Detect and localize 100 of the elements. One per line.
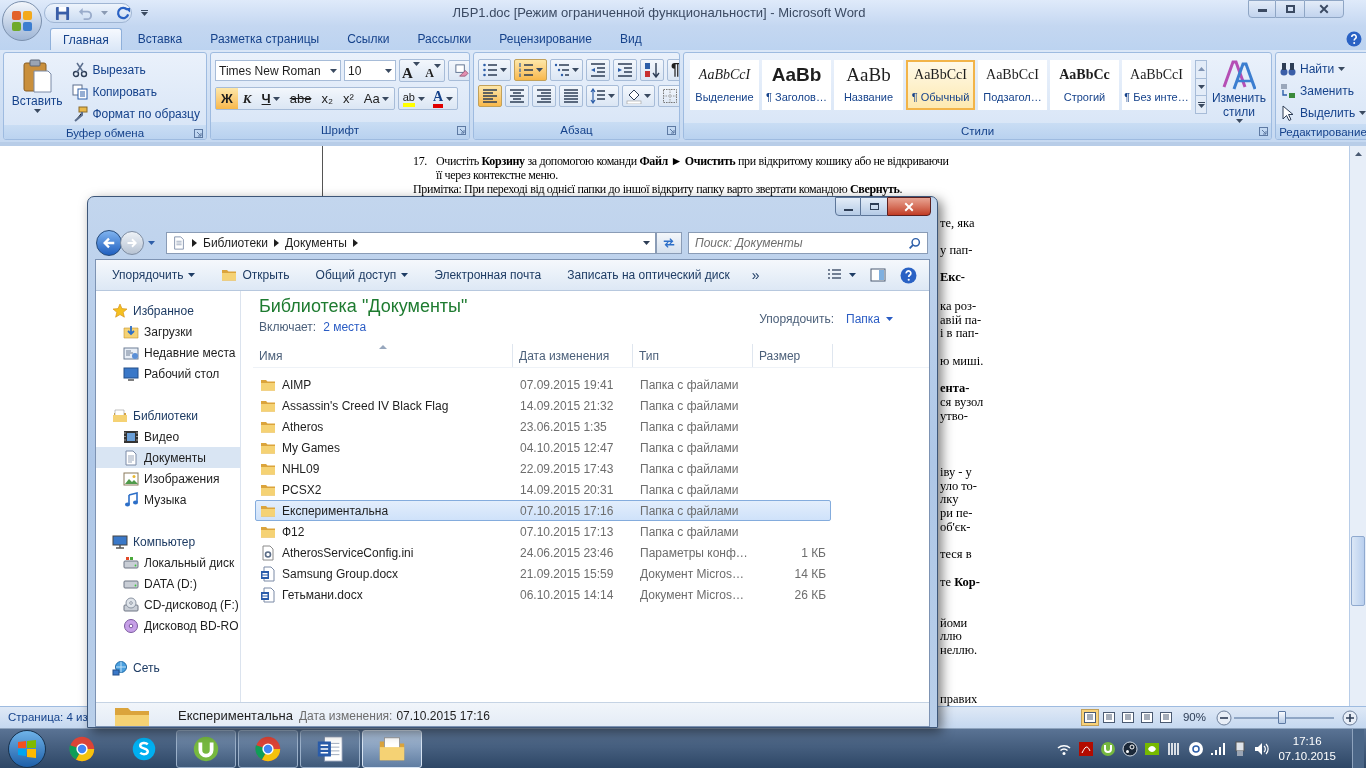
editing-action[interactable]: Найти [1280, 58, 1366, 80]
increase-indent-button[interactable] [613, 59, 637, 81]
paste-button[interactable]: Вставить [8, 57, 67, 125]
font-size-field[interactable]: 10 [344, 60, 396, 81]
clear-formatting-button[interactable] [448, 60, 469, 81]
underline-button[interactable]: Ч [256, 88, 285, 109]
locations-link[interactable]: 2 места [323, 318, 367, 336]
taskbar-button[interactable] [238, 729, 298, 768]
dialog-launcher-icon[interactable] [457, 126, 466, 135]
ribbon-tab[interactable]: Вид [607, 28, 654, 50]
align-left-button[interactable] [478, 85, 502, 107]
change-styles-button[interactable]: Изменить стили [1211, 57, 1267, 123]
style-gallery-item[interactable]: AaBbCcI Выделение [690, 60, 759, 110]
file-row[interactable]: PCSX2 14.09.2015 20:31 Папка с файлами [255, 479, 831, 500]
editing-action[interactable]: Выделить [1280, 102, 1366, 124]
scrollbar-thumb[interactable] [1351, 536, 1365, 606]
pilcrow-button[interactable]: ¶ [667, 59, 679, 81]
style-gallery-item[interactable]: AaBb ¶ Заголов… [762, 60, 831, 110]
file-row[interactable]: Atheros 23.06.2015 1:35 Папка с файлами [255, 416, 831, 437]
caret-up-icon[interactable] [1354, 152, 1362, 156]
dialog-launcher-icon[interactable] [194, 129, 203, 138]
toolbar-button[interactable]: Упорядочить [102, 263, 206, 287]
dialog-launcher-icon[interactable] [1259, 127, 1268, 136]
save-icon[interactable] [55, 5, 70, 21]
arrange-by-dropdown[interactable]: Папка [846, 310, 893, 328]
zoom-in-icon[interactable] [1342, 709, 1358, 726]
chevron-icon[interactable] [274, 239, 279, 247]
language-icon[interactable] [1188, 740, 1205, 757]
breadcrumb[interactable]: Библиотеки [203, 234, 268, 252]
help-icon[interactable] [1346, 31, 1362, 47]
maximize-button[interactable] [861, 197, 887, 216]
strikethrough-button[interactable]: abe [284, 88, 317, 109]
align-right-button[interactable] [532, 85, 556, 107]
more-button[interactable]: » [745, 264, 766, 286]
minimize-button[interactable] [835, 197, 861, 216]
toolbar-button[interactable]: Записать на оптический диск [557, 263, 740, 287]
refresh-button[interactable] [656, 232, 682, 254]
restore-button[interactable] [1276, 0, 1304, 18]
navigation-item[interactable]: Компьютер [96, 531, 240, 552]
toolbar-button[interactable]: Общий доступ [305, 263, 419, 287]
file-row[interactable]: AIMP 07.09.2015 19:41 Папка с файлами [255, 374, 831, 395]
style-gallery-item[interactable]: AaBbCc Строгий [1050, 60, 1119, 110]
numbered-list-button[interactable] [514, 59, 547, 81]
column-header[interactable]: Имя [253, 344, 513, 367]
ribbon-tab[interactable]: Главная [50, 28, 122, 50]
line-spacing-button[interactable] [586, 85, 619, 107]
file-row[interactable]: My Games 04.10.2015 12:47 Папка с файлами [255, 437, 831, 458]
forward-button[interactable] [120, 231, 144, 255]
file-row[interactable]: Samsung Group.docx 21.09.2015 15:59 Документ Micros… 14 КБ [255, 563, 831, 584]
column-header[interactable]: Тип [633, 344, 753, 367]
bold-button[interactable]: Ж [216, 88, 238, 109]
game-client-icon[interactable] [1122, 740, 1139, 757]
subscript-button[interactable]: x₂ [316, 88, 338, 109]
address-bar[interactable]: Библиотеки Документы [166, 232, 656, 254]
taskbar-button[interactable] [176, 729, 236, 768]
change-case-button[interactable]: Aa [358, 88, 394, 109]
redo-icon[interactable] [116, 5, 131, 21]
style-gallery-item[interactable]: AaBbCcI Подзагол… [978, 60, 1047, 110]
decrease-indent-button[interactable] [586, 59, 610, 81]
navigation-item[interactable]: Дисковод BD-RO [96, 615, 240, 636]
file-row[interactable]: Ф12 07.10.2015 17:13 Папка с файлами [255, 521, 831, 542]
minimize-button[interactable] [1248, 0, 1276, 18]
ribbon-tab[interactable]: Вставка [125, 28, 195, 50]
close-button[interactable] [887, 197, 931, 216]
navigation-item[interactable]: Видео [96, 426, 240, 447]
clipboard-action[interactable]: Вырезать [70, 59, 202, 81]
ribbon-tab[interactable]: Ссылки [335, 28, 402, 50]
multilevel-list-button[interactable] [550, 59, 583, 81]
column-header[interactable]: Размер [753, 344, 833, 367]
ribbon-tab[interactable]: Разметка страницы [198, 28, 332, 50]
print-layout-view-button[interactable] [1080, 709, 1099, 726]
close-button[interactable] [1304, 0, 1344, 18]
start-button[interactable] [8, 729, 46, 768]
chevron-icon[interactable] [352, 239, 358, 247]
navigation-item[interactable]: Недавние места [96, 342, 240, 363]
file-row[interactable]: Assassin's Creed IV Black Flag 14.09.2015 21:32 Папка с файлами [255, 395, 831, 416]
navigation-item[interactable]: Музыка [96, 489, 240, 510]
editing-action[interactable]: Заменить [1280, 80, 1366, 102]
office-button[interactable] [2, 1, 42, 41]
paint-bucket-button[interactable] [622, 85, 655, 107]
style-gallery-item[interactable]: AaBbCcI ¶ Обычный [906, 60, 975, 110]
zoom-slider-thumb[interactable] [1278, 710, 1287, 724]
ribbon-tab[interactable]: Рассылки [405, 28, 484, 50]
signal-bars-icon[interactable] [1210, 740, 1227, 757]
navigation-item[interactable]: DATA (D:) [96, 573, 240, 594]
navigation-item[interactable]: CD-дисковод (F:) [96, 594, 240, 615]
back-button[interactable] [96, 230, 122, 256]
clock[interactable]: 17:16 07.10.2015 [1278, 733, 1336, 764]
sort-button[interactable] [640, 59, 664, 81]
breadcrumb[interactable]: Документы [285, 234, 347, 252]
file-row[interactable]: Гетьмани.docx 06.10.2015 14:14 Документ Micros… 26 КБ [255, 584, 831, 605]
scroll-down-button[interactable] [1196, 77, 1206, 97]
highlight-button[interactable]: ab [398, 88, 429, 109]
navigation-item[interactable]: Локальный диск [96, 552, 240, 573]
file-row[interactable]: Експериментальна 07.10.2015 17:16 Папка с файлами [255, 500, 831, 521]
vertical-scrollbar[interactable] [1349, 146, 1366, 706]
superscript-button[interactable]: x² [337, 88, 359, 109]
ribbon-tab[interactable]: Рецензирование [487, 28, 604, 50]
navigation-item[interactable]: Рабочий стол [96, 363, 240, 384]
zoom-out-icon[interactable] [1216, 709, 1232, 726]
